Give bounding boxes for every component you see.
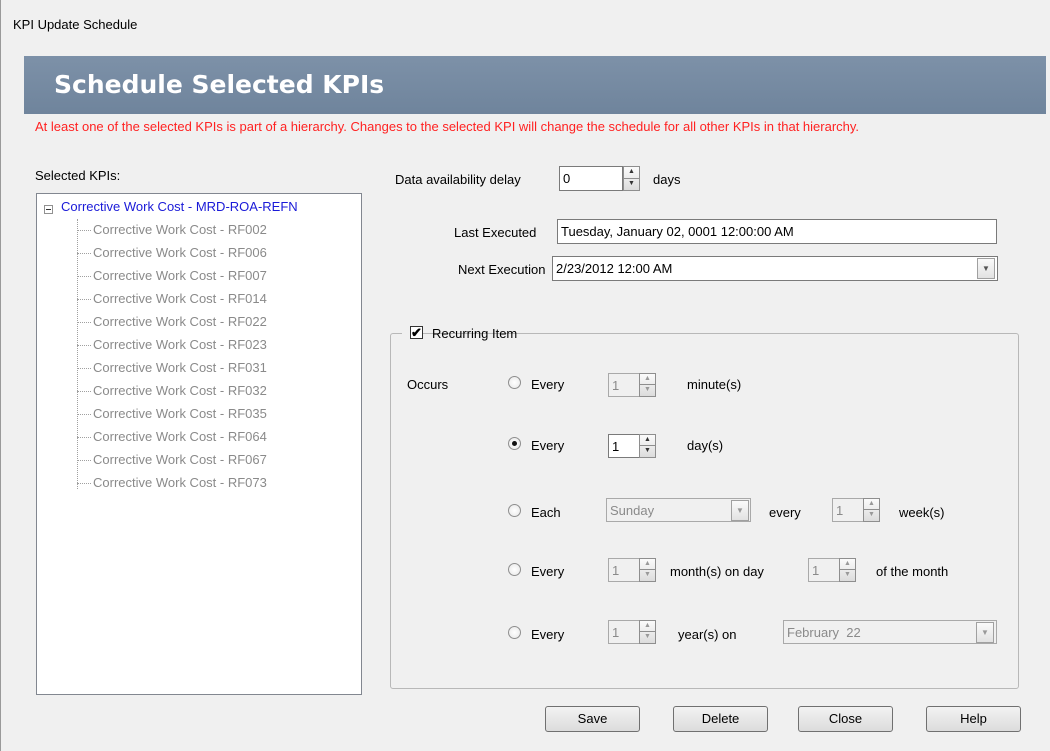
every-day-label: Every xyxy=(531,438,565,453)
every-minute-label: Every xyxy=(531,377,565,392)
week-interval-input: 1 xyxy=(832,498,864,522)
year-interval-input: 1 xyxy=(608,620,640,644)
weekday-dropdown: Sunday xyxy=(606,498,751,522)
header-banner: Schedule Selected KPIs xyxy=(24,56,1046,114)
month-unit-label: month(s) on day xyxy=(670,564,764,579)
next-execution-label: Next Execution xyxy=(458,262,546,277)
spin-up-icon: ▲ xyxy=(640,621,655,632)
spin-up-icon: ▲ xyxy=(640,559,655,570)
occurs-label: Occurs xyxy=(407,377,449,392)
every-year-label: Every xyxy=(531,627,565,642)
tree-item[interactable]: Corrective Work Cost - RF032 xyxy=(77,383,267,406)
delay-label: Data availability delay xyxy=(395,172,521,187)
spin-up-icon[interactable]: ▲ xyxy=(624,167,639,179)
collapse-icon[interactable] xyxy=(44,205,53,214)
tree-item[interactable]: Corrective Work Cost - RF007 xyxy=(77,268,267,291)
close-button[interactable]: Close xyxy=(798,706,893,732)
month-spinner: ▲ ▼ xyxy=(639,558,656,582)
month-day-spinner: ▲ ▼ xyxy=(839,558,856,582)
every-year-radio[interactable] xyxy=(508,626,521,639)
tree-root-item[interactable]: Corrective Work Cost - MRD-ROA-REFN xyxy=(61,199,298,214)
title-bar: KPI Update Schedule xyxy=(1,0,1050,48)
spin-down-icon: ▼ xyxy=(644,633,651,640)
every-month-radio[interactable] xyxy=(508,563,521,576)
tree-item[interactable]: Corrective Work Cost - RF031 xyxy=(77,360,267,383)
week-unit-label: week(s) xyxy=(899,505,945,520)
spin-down-icon[interactable]: ▼ xyxy=(624,179,639,191)
tree-item[interactable]: Corrective Work Cost - RF014 xyxy=(77,291,267,314)
every-minute-radio[interactable] xyxy=(508,376,521,389)
dropdown-arrow-icon: ▼ xyxy=(976,622,994,643)
window-title: KPI Update Schedule xyxy=(13,17,138,32)
delay-spinner[interactable]: ▲ ▼ xyxy=(623,166,640,191)
day-unit-label: day(s) xyxy=(687,438,724,453)
every-day-radio[interactable] xyxy=(508,437,521,450)
last-executed-label: Last Executed xyxy=(454,225,537,240)
help-button[interactable]: Help xyxy=(926,706,1021,732)
delete-button[interactable]: Delete xyxy=(673,706,768,732)
year-spinner: ▲ ▼ xyxy=(639,620,656,644)
spin-down-icon: ▼ xyxy=(868,511,875,518)
each-week-radio[interactable] xyxy=(508,504,521,517)
minute-interval-input: 1 xyxy=(608,373,640,397)
month-interval-input: 1 xyxy=(608,558,640,582)
selected-kpis-label: Selected KPIs: xyxy=(35,168,121,183)
tree-item[interactable]: Corrective Work Cost - RF067 xyxy=(77,452,267,475)
recurring-checkbox[interactable]: ✔ xyxy=(410,326,423,339)
tree-item[interactable]: Corrective Work Cost - RF073 xyxy=(77,475,267,498)
hierarchy-warning: At least one of the selected KPIs is par… xyxy=(35,119,860,134)
year-unit-label: year(s) on xyxy=(678,627,737,642)
day-spinner[interactable]: ▲ ▼ xyxy=(639,434,656,458)
spin-down-icon: ▼ xyxy=(844,571,851,578)
tree-item[interactable]: Corrective Work Cost - RF035 xyxy=(77,406,267,429)
tree-item[interactable]: Corrective Work Cost - RF022 xyxy=(77,314,267,337)
tree-item[interactable]: Corrective Work Cost - RF006 xyxy=(77,245,267,268)
delay-input[interactable]: 0 xyxy=(559,166,623,191)
spin-up-icon: ▲ xyxy=(640,374,655,385)
tree-item[interactable]: Corrective Work Cost - RF064 xyxy=(77,429,267,452)
every-month-label: Every xyxy=(531,564,565,579)
dropdown-arrow-icon: ▼ xyxy=(731,500,749,521)
week-spinner: ▲ ▼ xyxy=(863,498,880,522)
page-title: Schedule Selected KPIs xyxy=(54,70,385,99)
tree-item[interactable]: Corrective Work Cost - RF023 xyxy=(77,337,267,360)
month-suffix-label: of the month xyxy=(876,564,949,579)
day-interval-input[interactable]: 1 xyxy=(608,434,640,458)
each-week-label: Each xyxy=(531,505,561,520)
month-day-input: 1 xyxy=(808,558,840,582)
spin-down-icon: ▼ xyxy=(644,386,651,393)
spin-down-icon: ▼ xyxy=(644,571,651,578)
spin-up-icon: ▲ xyxy=(840,559,855,570)
last-executed-field[interactable]: Tuesday, January 02, 0001 12:00:00 AM xyxy=(557,219,997,244)
recurring-label: Recurring Item xyxy=(432,326,518,341)
selected-kpis-tree[interactable]: Corrective Work Cost - MRD-ROA-REFN Corr… xyxy=(36,193,362,695)
minute-spinner: ▲ ▼ xyxy=(639,373,656,397)
spin-down-icon[interactable]: ▼ xyxy=(640,446,655,457)
save-button[interactable]: Save xyxy=(545,706,640,732)
dropdown-arrow-icon[interactable]: ▼ xyxy=(977,258,995,279)
next-execution-datepicker[interactable]: 2/23/2012 12:00 AM xyxy=(552,256,998,281)
delay-unit-label: days xyxy=(653,172,681,187)
spin-up-icon: ▲ xyxy=(864,499,879,510)
spin-up-icon[interactable]: ▲ xyxy=(640,435,655,446)
kpi-update-schedule-window: KPI Update Schedule Schedule Selected KP… xyxy=(0,0,1050,751)
tree-item[interactable]: Corrective Work Cost - RF002 xyxy=(77,222,267,245)
year-date-picker: February 22 xyxy=(783,620,997,644)
minute-unit-label: minute(s) xyxy=(687,377,742,392)
week-every-label: every xyxy=(769,505,801,520)
